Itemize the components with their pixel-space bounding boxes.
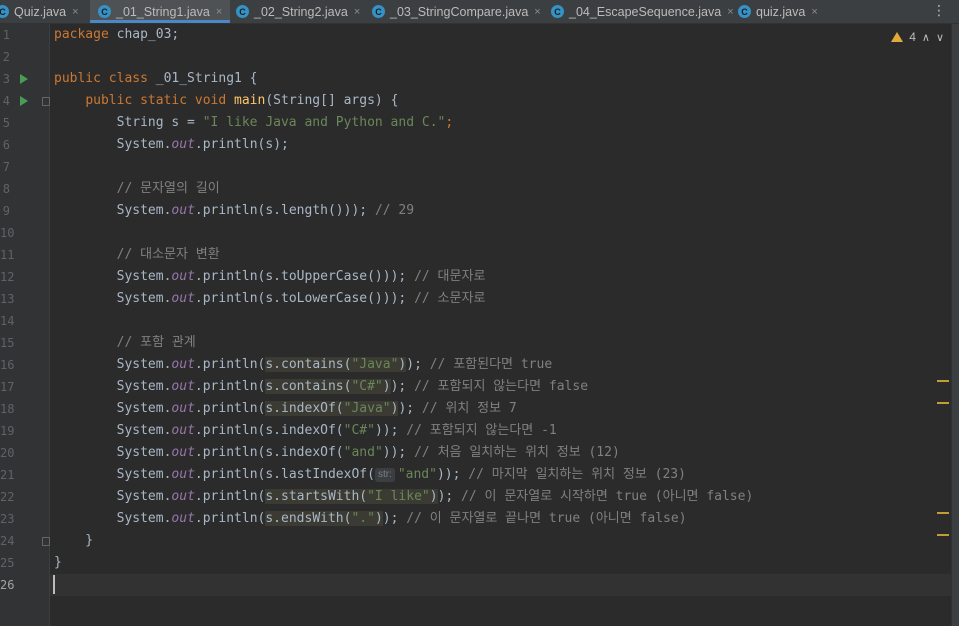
java-class-icon: C <box>98 5 111 18</box>
line-number: 23 <box>0 512 15 526</box>
tab-04-escapesequence[interactable]: C _04_EscapeSequence.java × <box>551 0 734 23</box>
code-line-25: } <box>54 555 62 570</box>
close-icon[interactable]: × <box>216 6 222 18</box>
code-line-17: System.out.println(s.contains("C#")); //… <box>116 379 589 394</box>
run-main-icon[interactable] <box>20 96 28 106</box>
code-line-1: package chap_03; <box>54 27 180 42</box>
line-number: 9 <box>2 204 10 218</box>
line-number: 16 <box>0 358 15 372</box>
close-icon[interactable]: × <box>354 6 360 18</box>
run-class-icon[interactable] <box>20 74 28 84</box>
tab-quiz-lower[interactable]: C quiz.java × <box>738 0 818 23</box>
warning-icon <box>891 32 904 42</box>
tab-label: _04_EscapeSequence.java <box>569 4 722 19</box>
line-number: 20 <box>0 446 15 460</box>
line-number: 10 <box>0 226 15 240</box>
java-class-icon: C <box>372 5 385 18</box>
code-line-6: System.out.println(s); <box>116 137 289 152</box>
line-number: 5 <box>2 116 10 130</box>
close-icon[interactable]: × <box>811 6 817 18</box>
code-line-11: // 대소문자 변환 <box>116 247 220 262</box>
line-number: 21 <box>0 468 15 482</box>
code-line-22: System.out.println(s.startsWith("I like"… <box>116 489 754 504</box>
line-number: 11 <box>0 248 15 262</box>
line-number: 24 <box>0 534 15 548</box>
line-number: 3 <box>2 72 10 86</box>
text-caret <box>53 575 55 594</box>
next-highlight-icon[interactable]: ∨ <box>936 31 944 44</box>
line-number: 15 <box>0 336 15 350</box>
warning-stripe-marker[interactable] <box>937 380 949 382</box>
line-number: 1 <box>2 28 10 42</box>
current-line-highlight <box>50 574 952 596</box>
tab-label: Quiz.java <box>14 4 67 19</box>
inspection-widget[interactable]: 4 ∧ ∨ <box>891 30 944 44</box>
line-number: 7 <box>2 160 10 174</box>
tab-quiz[interactable]: C Quiz.java × <box>0 0 79 23</box>
tab-01-string1[interactable]: C _01_String1.java × <box>90 0 231 23</box>
java-class-icon: C <box>551 5 564 18</box>
more-tabs-icon[interactable]: ⋮ <box>932 3 946 19</box>
line-number-gutter: 1 2 3 4 5 6 7 8 9 10 11 12 13 14 15 16 1… <box>0 24 50 626</box>
close-icon[interactable]: × <box>727 6 733 18</box>
code-editor[interactable]: 4 ∧ ∨ package chap_03; public class _01_… <box>50 24 952 626</box>
code-line-15: // 포함 관계 <box>116 335 196 350</box>
code-line-3: public class _01_String1 { <box>54 71 258 86</box>
code-line-18: System.out.println(s.indexOf("Java")); /… <box>116 401 517 416</box>
line-number: 13 <box>0 292 15 306</box>
editor-tab-bar: C Quiz.java × C _01_String1.java × C _02… <box>0 0 959 24</box>
code-line-19: System.out.println(s.indexOf("C#")); // … <box>116 423 557 438</box>
line-number: 6 <box>2 138 10 152</box>
previous-highlight-icon[interactable]: ∧ <box>922 31 930 44</box>
line-number: 12 <box>0 270 15 284</box>
code-line-20: System.out.println(s.indexOf("and")); //… <box>116 445 620 460</box>
line-number: 8 <box>2 182 10 196</box>
parameter-hint: str: <box>374 468 395 482</box>
right-tool-window-strip <box>951 24 959 626</box>
code-line-23: System.out.println(s.endsWith(".")); // … <box>116 511 687 526</box>
tab-label: _03_StringCompare.java <box>390 4 529 19</box>
tab-label: _01_String1.java <box>116 4 210 19</box>
close-icon[interactable]: × <box>534 6 540 18</box>
code-line-12: System.out.println(s.toUpperCase())); //… <box>116 269 486 284</box>
java-class-icon: C <box>0 5 9 18</box>
line-number: 18 <box>0 402 15 416</box>
code-line-24: } <box>54 533 94 548</box>
line-number: 19 <box>0 424 15 438</box>
line-number-current: 26 <box>0 578 15 592</box>
code-line-8: // 문자열의 길이 <box>116 181 220 196</box>
warning-stripe-marker[interactable] <box>937 402 949 404</box>
line-number: 4 <box>2 94 10 108</box>
code-line-21: System.out.println(s.lastIndexOf(str: "an… <box>116 467 686 482</box>
warning-stripe-marker[interactable] <box>937 512 949 514</box>
code-line-9: System.out.println(s.length())); // 29 <box>116 203 415 218</box>
java-class-icon: C <box>738 5 751 18</box>
line-number: 22 <box>0 490 15 504</box>
line-number: 2 <box>2 50 10 64</box>
line-number: 14 <box>0 314 15 328</box>
fold-icon[interactable] <box>42 537 50 546</box>
code-line-5: String s = "I like Java and Python and C… <box>54 115 454 130</box>
java-class-icon: C <box>236 5 249 18</box>
tab-03-stringcompare[interactable]: C _03_StringCompare.java × <box>372 0 541 23</box>
code-line-16: System.out.println(s.contains("Java")); … <box>116 357 553 372</box>
code-line-13: System.out.println(s.toLowerCase())); //… <box>116 291 486 306</box>
warning-stripe-marker[interactable] <box>937 534 949 536</box>
fold-icon[interactable] <box>42 97 50 106</box>
tab-02-string2[interactable]: C _02_String2.java × <box>236 0 360 23</box>
code-line-4: public static void main(String[] args) { <box>85 93 399 108</box>
line-number: 17 <box>0 380 15 394</box>
warning-count: 4 <box>909 30 916 44</box>
tab-label: _02_String2.java <box>254 4 348 19</box>
tab-label: quiz.java <box>756 4 806 19</box>
line-number: 25 <box>0 556 15 570</box>
close-icon[interactable]: × <box>72 6 78 18</box>
